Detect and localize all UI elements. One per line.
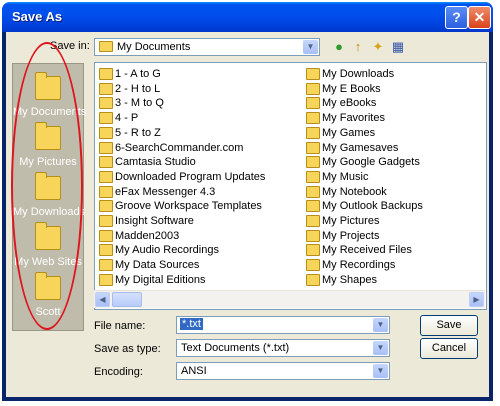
save-in-value: My Documents [117, 41, 191, 53]
file-name: My Music [322, 170, 369, 183]
save-as-type-value: Text Documents (*.txt) [181, 342, 290, 354]
folder-icon [99, 185, 113, 198]
folder-icon [306, 229, 320, 242]
folder-icon [306, 170, 320, 183]
title-bar[interactable]: Save As ? ✕ [2, 2, 493, 32]
folder-icon [99, 141, 113, 154]
folder-icon [306, 156, 320, 169]
folder-icon [306, 82, 320, 95]
file-name: My eBooks [322, 97, 377, 110]
folder-icon [99, 82, 113, 95]
scrollbar-thumb[interactable] [112, 292, 142, 307]
file-name: Downloaded Program Updates [115, 170, 266, 183]
save-button[interactable]: Save [420, 315, 478, 336]
views-menu-icon[interactable]: ▦ [390, 39, 406, 55]
folder-icon [306, 68, 320, 80]
file-name: 1 - A to G [115, 68, 161, 80]
chevron-down-icon[interactable]: ▼ [373, 318, 388, 332]
folder-icon [99, 259, 113, 272]
window-title: Save As [12, 9, 63, 24]
back-icon[interactable]: ● [331, 39, 347, 55]
folder-icon [306, 141, 320, 154]
folder-icon [306, 259, 320, 272]
file-name-value: *.txt [180, 318, 203, 330]
folder-icon [99, 244, 113, 257]
scroll-left-icon[interactable]: ◀ [95, 292, 110, 307]
encoding-dropdown[interactable]: ANSI ▼ [176, 362, 390, 380]
file-name: My Favorites [322, 112, 385, 125]
file-list[interactable]: 1 - A to G 2 - H to L 3 - M to Q 4 - P5 - R… [94, 62, 487, 310]
scroll-right-icon[interactable]: ▶ [469, 292, 484, 307]
folder-icon [306, 126, 320, 139]
help-button[interactable]: ? [445, 6, 468, 29]
file-name: My Google Gadgets [322, 156, 420, 169]
file-name: 2 - H to L [115, 82, 161, 95]
file-name: My Data Sources [115, 259, 200, 272]
folder-icon [99, 273, 113, 286]
close-button[interactable]: ✕ [468, 6, 491, 29]
folder-icon [99, 215, 113, 227]
annotation-oval [11, 42, 83, 330]
file-name: My Pictures [322, 215, 380, 227]
folder-icon [99, 156, 113, 169]
file-name: 3 - M to Q [115, 97, 164, 110]
file-name: My Received Files [322, 244, 412, 257]
folder-icon [99, 126, 113, 139]
folder-icon [99, 170, 113, 183]
file-name: eFax Messenger 4.3 [115, 185, 216, 198]
folder-icon [306, 244, 320, 257]
folder-icon [306, 97, 320, 110]
chevron-down-icon[interactable]: ▼ [373, 364, 388, 378]
file-name: Madden2003 [115, 229, 180, 242]
encoding-value: ANSI [181, 365, 207, 377]
folder-icon [99, 112, 113, 125]
file-name-field[interactable]: *.txt ▼ [176, 316, 390, 334]
file-name: 5 - R to Z [115, 126, 161, 139]
save-as-type-label: Save as type: [94, 343, 161, 355]
file-name: My Games [322, 126, 376, 139]
file-name: My Recordings [322, 259, 396, 272]
folder-icon [306, 273, 320, 286]
file-name: My Notebook [322, 185, 387, 198]
encoding-label: Encoding: [94, 366, 143, 378]
file-name: My Projects [322, 229, 380, 242]
file-name: 6-SearchCommander.com [115, 141, 244, 154]
folder-icon [306, 185, 320, 198]
file-name: My Gamesaves [322, 141, 399, 154]
folder-icon [99, 229, 113, 242]
file-name: Groove Workspace Templates [115, 200, 262, 213]
file-name: My Digital Editions [115, 273, 206, 286]
up-folder-icon[interactable]: ↑ [350, 39, 366, 55]
file-name: Insight Software [115, 215, 194, 227]
folder-icon [306, 112, 320, 125]
file-name: 4 - P [115, 112, 139, 125]
cancel-button[interactable]: Cancel [420, 338, 478, 359]
file-name: My Downloads [322, 68, 395, 80]
folder-icon [99, 200, 113, 213]
file-name: Camtasia Studio [115, 156, 196, 169]
file-name-label: File name: [94, 320, 146, 332]
horizontal-scrollbar[interactable]: ◀ ▶ [94, 290, 485, 308]
folder-icon [99, 97, 113, 110]
file-name: My Outlook Backups [322, 200, 423, 213]
save-as-type-dropdown[interactable]: Text Documents (*.txt) ▼ [176, 339, 390, 357]
folder-icon [306, 215, 320, 227]
folder-icon [99, 41, 113, 52]
file-name: My Shapes [322, 273, 378, 286]
folder-icon [99, 68, 113, 80]
chevron-down-icon[interactable]: ▼ [303, 40, 318, 54]
chevron-down-icon[interactable]: ▼ [373, 341, 388, 355]
file-name: My E Books [322, 82, 381, 95]
save-in-dropdown[interactable]: My Documents ▼ [94, 38, 320, 56]
file-name: My Audio Recordings [115, 244, 219, 257]
folder-icon [306, 200, 320, 213]
new-folder-icon[interactable]: ✦ [370, 39, 386, 55]
